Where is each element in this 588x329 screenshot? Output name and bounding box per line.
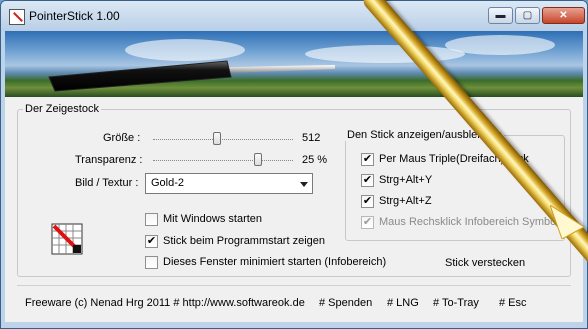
minimize-button[interactable]: ▬ [488,7,513,24]
copyright-text[interactable]: Freeware (c) Nenad Hrg 2011 # http://www… [25,297,305,309]
show-stick-on-start-checkbox[interactable]: ✔ [145,235,158,248]
language-link[interactable]: # LNG [387,297,419,309]
triple-click-checkbox[interactable]: ✔ [361,153,374,166]
texture-dropdown[interactable]: Gold-2 [145,173,313,194]
main-window: PointerStick 1.00 ▬ ▢ ✕ Der Zeigestock G… [0,0,588,329]
texture-label: Bild / Textur : [75,177,139,189]
pointer-stick-group-label: Der Zeigestock [23,103,101,115]
tray-rightclick-checkbox: ✔ [361,216,374,229]
transparency-value: 25 % [302,154,328,166]
start-minimized-label[interactable]: Dieses Fenster minimiert starten (Infobe… [163,256,386,268]
texture-selected-value: Gold-2 [151,177,185,189]
show-stick-on-start-label[interactable]: Stick beim Programmstart zeigen [163,235,325,247]
hide-stick-button[interactable]: Stick verstecken [445,257,525,269]
black-pointer-stick-graphic [48,60,335,92]
header-banner-image [5,31,583,97]
hotkey-z-label[interactable]: Strg+Alt+Z [379,195,432,207]
window-title: PointerStick 1.00 [29,9,120,23]
size-slider-track[interactable] [153,139,293,140]
app-logo-icon [51,223,83,255]
transparency-slider-thumb[interactable] [254,153,262,166]
start-with-windows-checkbox[interactable] [145,213,158,226]
tray-rightclick-label: Maus Rechsklick Infobereich Symbol [379,216,559,228]
title-bar[interactable]: PointerStick 1.00 ▬ ▢ ✕ [1,1,587,31]
size-slider-thumb[interactable] [213,132,222,145]
close-button[interactable]: ✕ [542,7,585,24]
start-minimized-checkbox[interactable] [145,256,158,269]
chevron-down-icon[interactable] [300,182,308,187]
donate-link[interactable]: # Spenden [319,297,372,309]
size-label: Größe : [103,132,141,144]
escape-link[interactable]: # Esc [499,297,527,309]
pointer-stick-tip-glow [550,205,584,239]
hotkey-z-checkbox[interactable]: ✔ [361,195,374,208]
status-separator [17,285,571,286]
maximize-button[interactable]: ▢ [515,7,540,24]
app-icon[interactable] [9,9,25,25]
hotkey-y-label[interactable]: Strg+Alt+Y [379,174,432,186]
to-tray-link[interactable]: # To-Tray [433,297,479,309]
transparency-slider-track[interactable] [153,160,293,161]
start-with-windows-label[interactable]: Mit Windows starten [163,213,262,225]
transparency-label: Transparenz : [75,154,143,166]
hotkey-y-checkbox[interactable]: ✔ [361,174,374,187]
size-value: 512 [302,132,321,144]
